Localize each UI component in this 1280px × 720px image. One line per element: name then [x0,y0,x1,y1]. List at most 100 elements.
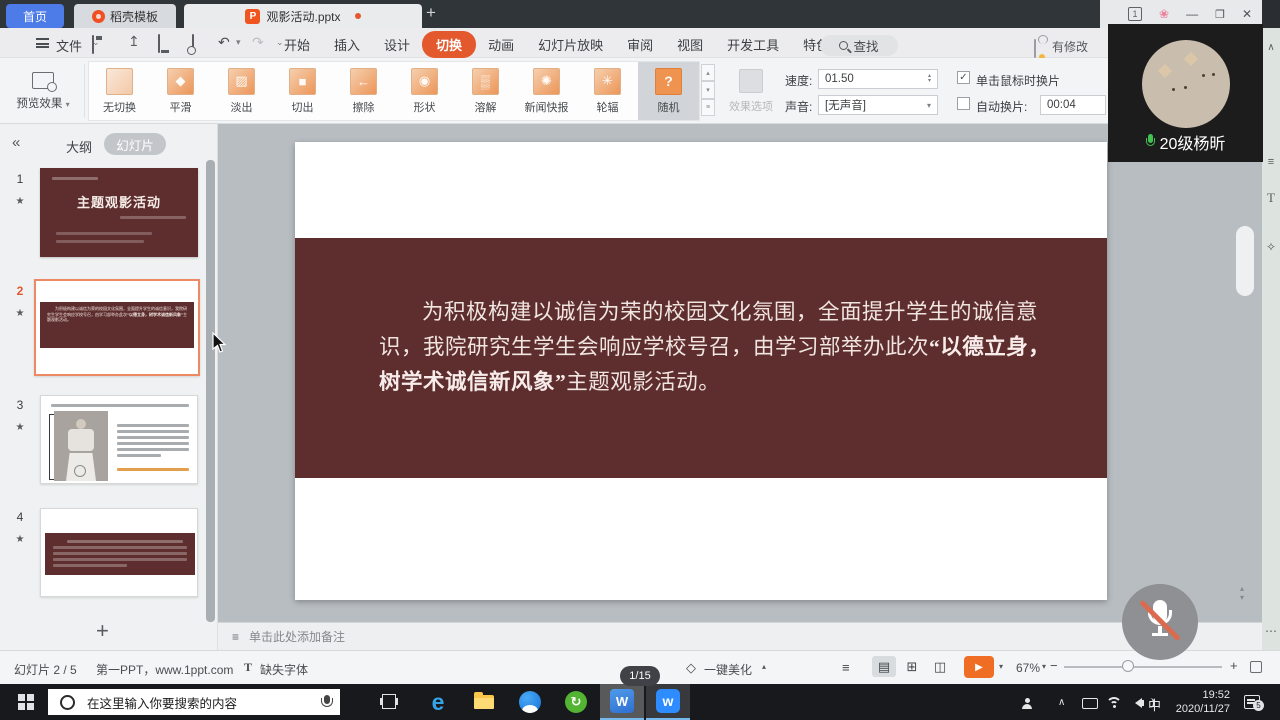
slide-3-thumbnail[interactable] [40,395,198,484]
notes-toggle-icon[interactable]: ≡ [842,660,850,675]
tab-home[interactable]: 首页 [6,4,64,28]
view-reading-button[interactable]: ◫ [928,656,952,677]
transition-wipe[interactable]: ← 擦除 [333,62,394,120]
preview-effect-button[interactable]: 预览效果 ▾ [6,62,80,120]
menu-item-devtools[interactable]: 开发工具 [715,32,791,57]
print-preview-icon[interactable] [192,34,194,53]
meeting-video-overlay[interactable]: 20级杨昕 [1108,24,1263,162]
strip-settings-icon[interactable]: ≡ [1262,156,1280,168]
beautify-button[interactable]: 一键美化 [704,661,752,678]
minimize-button[interactable]: — [1186,7,1198,21]
transition-dissolve[interactable]: ▒ 溶解 [455,62,516,120]
close-button[interactable]: ✕ [1242,7,1252,21]
taskbar-qq-browser[interactable] [508,684,552,720]
people-icon[interactable] [1022,698,1032,708]
speed-input[interactable]: 01.50 ▴▾ [818,69,938,89]
transition-newsflash[interactable]: ✺ 新闻快报 [516,62,577,120]
taskbar-360-browser[interactable]: ↻ [554,684,598,720]
clock[interactable]: 19:52 2020/11/27 [1168,688,1230,716]
zoom-slider-handle[interactable] [1122,660,1134,672]
strip-more-icon[interactable]: ⋯ [1262,624,1280,638]
slideshow-play-button[interactable]: ▶ [964,656,994,678]
slide-1-thumbnail[interactable]: 主题观影活动 [40,168,198,257]
menu-item-insert[interactable]: 插入 [322,32,372,57]
beautify-caret-icon[interactable]: ▴ [762,662,766,671]
vip-flower-icon[interactable]: ❀ [1159,7,1169,21]
slide-2-thumbnail-selected[interactable]: 为积极构建以诚信为荣的校园文化氛围，全面提升学生的诚信意识，我院研究生学生会响应… [34,279,200,376]
print-icon[interactable] [158,34,160,53]
panel-scrollbar[interactable] [206,160,215,622]
new-tab-button[interactable]: + [426,3,436,23]
view-normal-button[interactable]: ▤ [872,656,896,677]
ime-indicator[interactable]: 中 [1148,695,1161,714]
transition-shape[interactable]: ◉ 形状 [394,62,455,120]
collapse-panel-icon[interactable]: « [12,134,20,151]
menu-item-slideshow[interactable]: 幻灯片放映 [526,32,615,57]
transition-none[interactable]: 无切换 [89,62,150,120]
save-icon[interactable] [92,35,94,54]
play-caret-icon[interactable]: ▾ [999,662,1003,671]
taskbar-explorer[interactable] [462,684,506,720]
view-sorter-button[interactable]: ⊞ [900,656,924,677]
transition-morph[interactable]: ◆ 平滑 [150,62,211,120]
main-menu-icon[interactable] [36,38,49,48]
find-button[interactable]: 查找 [820,35,898,56]
menu-item-design[interactable]: 设计 [372,32,422,57]
notes-placeholder[interactable]: 单击此处添加备注 [249,628,345,645]
strip-text-tool-icon[interactable]: T [1262,190,1280,206]
add-slide-button[interactable]: + [96,618,109,644]
beautify-icon[interactable]: ◇ [686,660,696,676]
scroll-up-icon[interactable]: ▴ [1240,584,1244,593]
taskbar-meeting[interactable]: w [646,684,690,720]
menu-item-transitions[interactable]: 切换 [422,31,476,58]
transition-fade[interactable]: ▨ 淡出 [211,62,272,120]
gallery-expand-icon[interactable]: ≡ [701,99,715,116]
tab-slides[interactable]: 幻灯片 [104,133,166,155]
auto-advance-checkbox[interactable] [957,97,970,110]
gallery-scroll-up-icon[interactable]: ▴ [701,64,715,81]
undo-caret-icon[interactable]: ▾ [236,37,241,48]
notes-bar[interactable]: ≡ 单击此处添加备注 [218,622,1262,650]
fit-to-window-icon[interactable] [1250,661,1262,673]
notification-center-icon[interactable]: 5 [1244,695,1260,709]
zoom-level[interactable]: 67% [1016,661,1040,675]
transition-random[interactable]: ? 随机 [638,62,699,120]
file-menu[interactable]: 文件 [56,36,82,55]
volume-icon[interactable] [1130,698,1142,708]
wifi-icon[interactable] [1106,697,1122,710]
menu-item-view[interactable]: 视图 [665,32,715,57]
gallery-scroll-down-icon[interactable]: ▾ [701,81,715,98]
start-button[interactable] [18,694,34,710]
auto-advance-input[interactable]: 00:04 [1040,95,1106,115]
transition-cut[interactable]: ■ 切出 [272,62,333,120]
zoom-caret-icon[interactable]: ▾ [1042,662,1046,671]
tray-chevron-icon[interactable]: ∧ [1058,697,1065,708]
slide-4-thumbnail[interactable] [40,508,198,597]
zoom-in-button[interactable]: + [1230,658,1238,673]
taskbar-search[interactable]: 在这里输入你要搜索的内容 [48,689,340,715]
search-mic-icon[interactable] [324,695,330,704]
undo-icon[interactable]: ↶ [218,34,230,51]
sound-select[interactable]: [无声音] ▾ [818,95,938,115]
missing-font-label[interactable]: 缺失字体 [260,661,308,678]
task-view-button[interactable] [382,694,396,709]
zoom-slider-track[interactable] [1064,666,1222,668]
menu-item-review[interactable]: 审阅 [615,32,665,57]
canvas-scrollbar-thumb[interactable] [1236,226,1254,296]
menu-item-animation[interactable]: 动画 [476,32,526,57]
menu-item-home[interactable]: 开始 [272,32,322,57]
strip-sparkle-icon[interactable]: ✧ [1262,240,1280,254]
restore-button[interactable]: ❐ [1215,8,1225,21]
strip-chevron-icon[interactable]: ∧ [1262,42,1280,53]
transition-wheel[interactable]: ✳ 轮辐 [577,62,638,120]
tab-docer-templates[interactable]: 稻壳模板 [74,4,176,28]
taskbar-wps[interactable]: W [600,684,644,720]
scroll-down-icon[interactable]: ▾ [1240,593,1244,602]
on-mouse-click-checkbox[interactable]: ✓ [957,71,970,84]
window-count-icon[interactable]: 1 [1128,7,1142,21]
hardware-icon[interactable] [1082,698,1098,709]
speed-spinner[interactable]: ▴▾ [928,74,931,84]
canvas-scroll-arrows[interactable]: ▴ ▾ [1240,584,1244,602]
mic-muted-button[interactable] [1122,584,1198,660]
slide-canvas[interactable]: 为积极构建以诚信为荣的校园文化氛围，全面提升学生的诚信意 识，我院研究生学生会响… [295,142,1107,600]
